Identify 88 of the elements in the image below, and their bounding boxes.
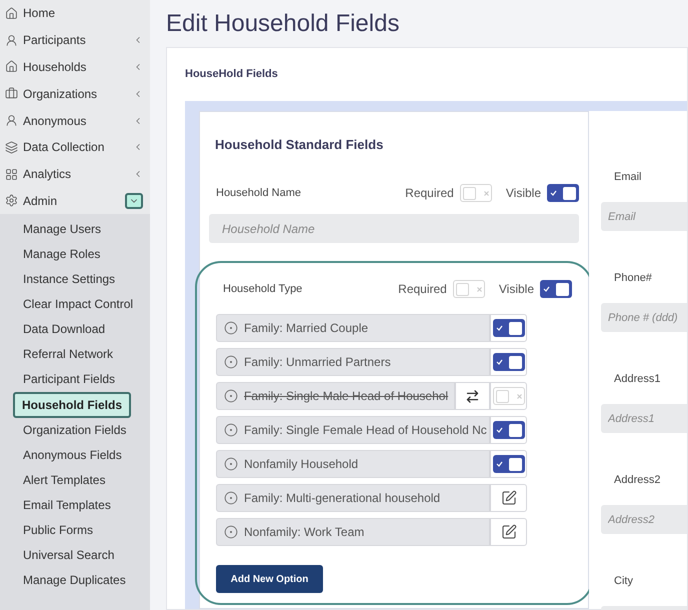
toggle-switch[interactable]: [452, 280, 485, 298]
house-icon: [5, 60, 18, 74]
sidebar-item[interactable]: Organizations: [23, 84, 133, 103]
briefcase-icon: [5, 87, 18, 100]
submenu-item[interactable]: Clear Impact Control: [13, 295, 144, 314]
option-label: Nonfamily Household: [244, 456, 358, 473]
toggle-switch[interactable]: [492, 387, 524, 405]
sidebar-item[interactable]: Admin: [23, 192, 125, 210]
sidebar-item[interactable]: Data Collection: [23, 138, 133, 156]
check-icon: [496, 427, 502, 433]
toggle-switch[interactable]: [492, 353, 524, 371]
submenu-item[interactable]: Alert Templates: [13, 470, 116, 489]
cross-icon: [484, 190, 489, 196]
submenu-item[interactable]: Manage Roles: [13, 245, 110, 264]
swap-icon: [465, 388, 480, 404]
check-icon: [543, 286, 550, 292]
restore-button[interactable]: [455, 382, 490, 410]
cross-icon: [476, 286, 482, 292]
grid-icon: [5, 168, 18, 181]
submenu-item[interactable]: Instance Settings: [13, 270, 126, 288]
toggle-switch[interactable]: [460, 184, 492, 202]
submenu-item[interactable]: Anonymous Fields: [13, 446, 132, 464]
sidebar-item[interactable]: Home: [23, 4, 143, 22]
edit-button[interactable]: [490, 518, 527, 546]
visible-label: Visible: [498, 281, 534, 298]
expand-toggle[interactable]: [125, 192, 143, 209]
gear-icon: [5, 194, 18, 208]
option-label: Family: Multi-generational household: [244, 490, 440, 507]
sidebar-item[interactable]: Analytics: [23, 165, 133, 184]
visible-label: Visible: [506, 185, 541, 202]
check-icon: [496, 325, 502, 331]
radio-icon: [224, 389, 238, 403]
sidebar-item[interactable]: Anonymous: [23, 112, 133, 130]
submenu-item[interactable]: Participant Fields: [13, 370, 126, 388]
field-label: Address2: [613, 472, 662, 488]
section-title: Household Standard Fields: [214, 136, 384, 154]
edit-icon: [500, 524, 516, 540]
required-label: Required: [398, 281, 447, 298]
field-label: Household Type: [223, 282, 302, 297]
required-label: Required: [405, 185, 454, 202]
radio-icon: [224, 525, 238, 539]
option-label: Family: Unmarried Partners: [244, 354, 391, 371]
sidebar-item[interactable]: Households: [23, 58, 133, 76]
check-icon: [496, 461, 502, 467]
toggle-switch[interactable]: [492, 455, 524, 473]
input-field[interactable]: Email: [601, 202, 687, 231]
submenu-item[interactable]: Email Templates: [13, 496, 121, 514]
submenu-item[interactable]: Universal Search: [13, 546, 124, 564]
option-label: Nonfamily: Work Team: [244, 524, 364, 541]
page-title: Edit Household Fields: [166, 9, 400, 39]
radio-icon: [224, 457, 238, 471]
field-label: Email: [613, 170, 643, 184]
toggle-switch[interactable]: [540, 280, 572, 298]
add-option-button[interactable]: Add New Option: [216, 565, 323, 593]
toggle-switch[interactable]: [547, 184, 579, 202]
check-icon: [550, 190, 557, 196]
option-label: Family: Single Female Head of Household Nc: [244, 422, 487, 439]
input-field[interactable]: Phone # (ddd): [601, 303, 687, 332]
layers-icon: [5, 140, 18, 154]
field-label: City: [613, 574, 634, 588]
person-icon: [5, 114, 18, 128]
cross-icon: [516, 394, 522, 398]
toggle-switch[interactable]: [492, 421, 524, 439]
submenu-item[interactable]: Manage Duplicates: [13, 571, 136, 590]
sidebar-item[interactable]: Participants: [23, 31, 133, 50]
edit-icon: [500, 490, 516, 506]
option-label: Family: Single Male Head of Househol: [244, 388, 448, 405]
check-icon: [496, 359, 502, 365]
house-icon: [5, 6, 18, 20]
field-label: Household Name: [216, 186, 301, 201]
submenu-item[interactable]: Referral Network: [13, 345, 124, 364]
edit-button[interactable]: [490, 484, 527, 512]
card-title: HouseHold Fields: [185, 67, 279, 82]
submenu-item[interactable]: Public Forms: [13, 521, 104, 540]
person-icon: [5, 34, 18, 47]
radio-icon: [224, 423, 238, 437]
toggle-switch[interactable]: [492, 319, 524, 337]
field-label: Phone#: [613, 270, 653, 286]
input-field[interactable]: Household Name: [209, 214, 579, 243]
submenu-item[interactable]: Data Download: [13, 320, 116, 338]
submenu-item[interactable]: Organization Fields: [13, 420, 136, 439]
submenu-item[interactable]: Household Fields: [13, 392, 132, 418]
radio-icon: [224, 355, 238, 369]
field-label: Address1: [613, 372, 662, 386]
option-label: Family: Married Couple: [244, 320, 368, 337]
radio-icon: [224, 491, 238, 505]
radio-icon: [224, 321, 238, 335]
submenu-item[interactable]: Manage Users: [13, 220, 112, 238]
